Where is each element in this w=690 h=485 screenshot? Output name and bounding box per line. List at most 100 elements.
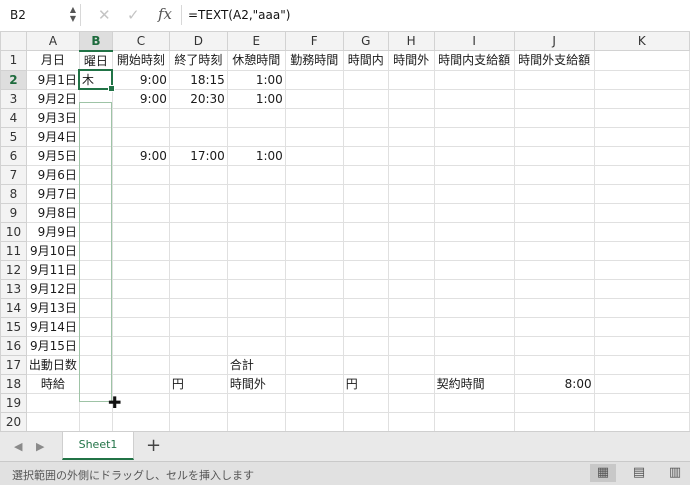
cell-a10[interactable]: 9月9日	[25, 221, 80, 242]
cell-d5[interactable]	[168, 126, 228, 147]
cell-e1[interactable]: 休憩時間	[226, 50, 286, 71]
cell-f2[interactable]	[284, 69, 344, 90]
cell-i15[interactable]	[433, 316, 515, 337]
cell-k8[interactable]	[593, 183, 690, 204]
cell-g19[interactable]	[342, 392, 389, 413]
cell-d7[interactable]	[168, 164, 228, 185]
cell-b16[interactable]	[78, 335, 113, 356]
cell-g18[interactable]: 円	[342, 373, 389, 394]
cell-i17[interactable]	[433, 354, 515, 375]
cell-b13[interactable]	[78, 278, 113, 299]
cell-f17[interactable]	[284, 354, 344, 375]
cell-d6[interactable]: 17:00	[168, 145, 228, 166]
cell-g5[interactable]	[342, 126, 389, 147]
cell-a19[interactable]	[25, 392, 80, 413]
cell-h3[interactable]	[387, 88, 435, 109]
cell-e20[interactable]	[226, 411, 286, 431]
cell-f12[interactable]	[284, 259, 344, 280]
cell-j17[interactable]	[513, 354, 595, 375]
row-header-11[interactable]: 11	[0, 240, 27, 261]
cell-f10[interactable]	[284, 221, 344, 242]
cell-k11[interactable]	[593, 240, 690, 261]
cell-c15[interactable]	[111, 316, 170, 337]
cell-j10[interactable]	[513, 221, 595, 242]
select-all-corner[interactable]	[0, 31, 27, 51]
cell-h17[interactable]	[387, 354, 435, 375]
cell-c14[interactable]	[111, 297, 170, 318]
cell-d16[interactable]	[168, 335, 228, 356]
column-header-c[interactable]: C	[111, 31, 170, 51]
cell-g15[interactable]	[342, 316, 389, 337]
cell-k1[interactable]	[593, 50, 690, 71]
cell-c3[interactable]: 9:00	[111, 88, 170, 109]
cell-b17[interactable]	[78, 354, 113, 375]
cell-c7[interactable]	[111, 164, 170, 185]
cell-b2[interactable]: 木	[78, 69, 116, 92]
column-header-i[interactable]: I	[433, 31, 515, 51]
cell-k5[interactable]	[593, 126, 690, 147]
cell-c16[interactable]	[111, 335, 170, 356]
cell-i8[interactable]	[433, 183, 515, 204]
cell-i18[interactable]: 契約時間	[433, 373, 515, 394]
cell-h19[interactable]	[387, 392, 435, 413]
cell-i20[interactable]	[433, 411, 515, 431]
cell-b3[interactable]	[78, 88, 113, 109]
cell-g17[interactable]	[342, 354, 389, 375]
cell-j3[interactable]	[513, 88, 595, 109]
cell-i7[interactable]	[433, 164, 515, 185]
row-header-12[interactable]: 12	[0, 259, 27, 280]
cell-f9[interactable]	[284, 202, 344, 223]
column-header-e[interactable]: E	[226, 31, 286, 51]
cell-k4[interactable]	[593, 107, 690, 128]
cell-f7[interactable]	[284, 164, 344, 185]
cell-c1[interactable]: 開始時刻	[111, 50, 170, 71]
cell-g10[interactable]	[342, 221, 389, 242]
cell-d3[interactable]: 20:30	[168, 88, 228, 109]
cell-k9[interactable]	[593, 202, 690, 223]
cell-k14[interactable]	[593, 297, 690, 318]
cell-c5[interactable]	[111, 126, 170, 147]
row-header-20[interactable]: 20	[0, 411, 27, 431]
name-box-stepper-icon[interactable]: ▲ ▼	[70, 5, 76, 23]
cell-i6[interactable]	[433, 145, 515, 166]
cell-j6[interactable]	[513, 145, 595, 166]
cell-c12[interactable]	[111, 259, 170, 280]
row-header-17[interactable]: 17	[0, 354, 27, 375]
cell-h15[interactable]	[387, 316, 435, 337]
cell-g6[interactable]	[342, 145, 389, 166]
cell-i3[interactable]	[433, 88, 515, 109]
cell-i13[interactable]	[433, 278, 515, 299]
cell-e9[interactable]	[226, 202, 286, 223]
cell-e10[interactable]	[226, 221, 286, 242]
cell-b20[interactable]	[78, 411, 113, 431]
cell-e5[interactable]	[226, 126, 286, 147]
cell-c18[interactable]	[111, 373, 170, 394]
row-header-6[interactable]: 6	[0, 145, 27, 166]
cell-j16[interactable]	[513, 335, 595, 356]
cell-b9[interactable]	[78, 202, 113, 223]
column-header-f[interactable]: F	[284, 31, 344, 51]
cell-j9[interactable]	[513, 202, 595, 223]
cell-e18[interactable]: 時間外	[226, 373, 286, 394]
cell-h7[interactable]	[387, 164, 435, 185]
row-header-14[interactable]: 14	[0, 297, 27, 318]
cell-e11[interactable]	[226, 240, 286, 261]
cell-e19[interactable]	[226, 392, 286, 413]
cell-a11[interactable]: 9月10日	[25, 240, 80, 261]
row-header-18[interactable]: 18	[0, 373, 27, 394]
cell-e13[interactable]	[226, 278, 286, 299]
cell-i2[interactable]	[433, 69, 515, 90]
cell-h1[interactable]: 時間外	[387, 50, 435, 71]
cell-h10[interactable]	[387, 221, 435, 242]
cell-i12[interactable]	[433, 259, 515, 280]
page-layout-icon[interactable]: ▤	[626, 464, 652, 482]
cell-g16[interactable]	[342, 335, 389, 356]
cell-c6[interactable]: 9:00	[111, 145, 170, 166]
cell-j18[interactable]: 8:00	[513, 373, 595, 394]
cell-d14[interactable]	[168, 297, 228, 318]
cell-f6[interactable]	[284, 145, 344, 166]
cell-c20[interactable]	[111, 411, 170, 431]
cell-f5[interactable]	[284, 126, 344, 147]
normal-view-icon[interactable]: ▦	[590, 464, 616, 482]
cell-j4[interactable]	[513, 107, 595, 128]
